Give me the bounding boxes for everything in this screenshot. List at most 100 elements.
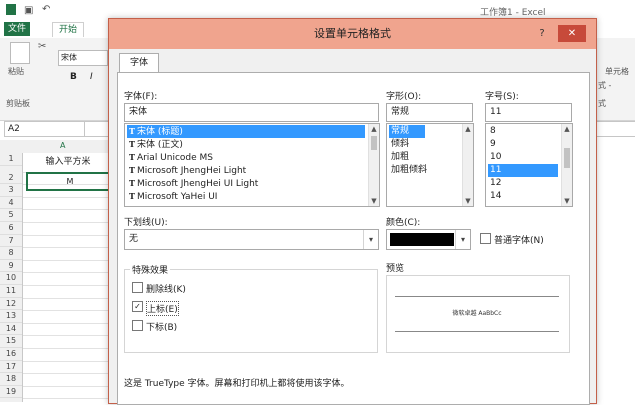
font-size-option[interactable]: 8 — [488, 125, 496, 138]
strikethrough-label: 删除线(K) — [146, 285, 186, 295]
scroll-down-icon[interactable]: ▼ — [369, 196, 379, 206]
font-style-option[interactable]: 倾斜 — [389, 138, 409, 151]
scroll-up-icon[interactable]: ▲ — [562, 124, 572, 134]
font-size-option[interactable]: 12 — [488, 177, 501, 190]
font-style-option[interactable]: 加粗倾斜 — [389, 164, 427, 177]
undo-icon[interactable]: ↶ — [42, 4, 50, 15]
italic-button[interactable]: I — [90, 72, 93, 82]
font-list[interactable]: T 宋体 (标题) T 宋体 (正文) T Arial Unicode MS T Mic… — [124, 123, 380, 207]
scroll-thumb[interactable] — [564, 148, 570, 168]
tab-font[interactable]: 字体 — [119, 53, 159, 73]
font-option[interactable]: T 宋体 (标题) — [127, 125, 365, 138]
clipboard-group-label: 剪贴板 — [6, 99, 30, 108]
underline-value: 无 — [129, 234, 139, 244]
font-size-option[interactable]: 9 — [488, 138, 496, 151]
font-size-option[interactable]: 14 — [488, 190, 501, 203]
font-style-scrollbar[interactable]: ▲ ▼ — [462, 124, 473, 206]
font-option[interactable]: T Microsoft JhengHei Light — [127, 164, 246, 177]
scroll-thumb[interactable] — [371, 136, 377, 150]
grid-line — [23, 247, 113, 249]
help-button[interactable]: ? — [535, 27, 549, 41]
grid-line — [23, 348, 113, 349]
font-size-scrollbar[interactable]: ▲ ▼ — [561, 124, 572, 206]
truetype-note: 这是 TrueType 字体。屏幕和打印机上都将使用该字体。 — [124, 379, 350, 389]
column-header-a[interactable]: A — [60, 141, 65, 150]
row-header[interactable]: 15 — [0, 335, 22, 348]
normal-font-checkbox[interactable] — [480, 233, 491, 244]
font-style-list[interactable]: 常规 倾斜 加粗 加粗倾斜 ▲ ▼ — [386, 123, 474, 207]
row-header[interactable]: 8 — [0, 247, 22, 260]
font-style-option[interactable]: 常规 — [389, 125, 425, 138]
scroll-down-icon[interactable]: ▼ — [463, 196, 473, 206]
grid-line — [23, 322, 113, 324]
grid-line — [23, 385, 113, 387]
tab-home[interactable]: 开始 — [52, 22, 85, 37]
save-icon[interactable]: ▣ — [24, 5, 33, 16]
cell-a2[interactable]: M — [26, 172, 114, 191]
row-header[interactable]: 18 — [0, 373, 22, 386]
window-title: 工作簿1 - Excel — [480, 8, 546, 18]
underline-label: 下划线(U): — [124, 218, 168, 228]
grid-line — [23, 398, 113, 400]
cut-icon[interactable]: ✂ — [38, 41, 46, 52]
row-header[interactable]: 19 — [0, 386, 22, 399]
ribbon-right-fragment-3: 式 — [598, 99, 606, 108]
tab-file[interactable]: 文件 — [4, 22, 30, 36]
row-header[interactable]: 12 — [0, 298, 22, 311]
font-option[interactable]: T Microsoft YaHei UI — [127, 190, 217, 203]
name-box[interactable]: A2 — [4, 121, 85, 137]
row-header[interactable]: 2 — [0, 172, 22, 185]
row-header[interactable]: 10 — [0, 272, 22, 285]
font-style-option[interactable]: 加粗 — [389, 151, 409, 164]
font-size-input[interactable]: 11 — [485, 103, 572, 122]
row-header[interactable]: 9 — [0, 260, 22, 273]
cell-a1[interactable]: 输入平方米 — [23, 153, 113, 171]
row-header[interactable]: 13 — [0, 310, 22, 323]
color-select[interactable]: ▾ — [386, 229, 471, 250]
paste-label[interactable]: 粘贴 — [8, 66, 24, 77]
bold-button[interactable]: B — [70, 72, 77, 82]
superscript-label: 上标(E) — [146, 301, 179, 316]
format-cells-dialog: 设置单元格格式 ? ✕ 字体 字体(F): 宋体 T 宋体 (标题) T 宋体 (正… — [108, 18, 597, 405]
excel-title-bar: ▣ ↶ 工作簿1 - Excel — [0, 0, 635, 20]
close-button[interactable]: ✕ — [558, 25, 586, 42]
color-label: 颜色(C): — [386, 218, 421, 228]
font-option[interactable]: T Arial Unicode MS — [127, 151, 213, 164]
chevron-down-icon[interactable]: ▾ — [363, 230, 378, 249]
row-header[interactable]: 3 — [0, 184, 22, 197]
row-header[interactable]: 6 — [0, 222, 22, 235]
scroll-up-icon[interactable]: ▲ — [369, 124, 379, 134]
color-swatch — [390, 233, 454, 246]
subscript-checkbox[interactable] — [132, 320, 143, 331]
chevron-down-icon[interactable]: ▾ — [455, 230, 470, 249]
scroll-up-icon[interactable]: ▲ — [463, 124, 473, 134]
superscript-checkbox[interactable]: ✓ — [132, 301, 143, 312]
strikethrough-checkbox[interactable] — [132, 282, 143, 293]
truetype-icon: T — [129, 126, 135, 136]
font-option[interactable]: T Microsoft JhengHei UI Light — [127, 177, 258, 190]
underline-select[interactable]: 无 ▾ — [124, 229, 379, 250]
truetype-icon: T — [129, 178, 135, 188]
preview-box: 微软卓越 AaBbCc — [386, 275, 570, 353]
font-tab-panel: 字体(F): 宋体 T 宋体 (标题) T 宋体 (正文) T Arial Unico… — [117, 72, 590, 405]
font-size-option[interactable]: 10 — [488, 151, 501, 164]
font-input[interactable]: 宋体 — [124, 103, 379, 122]
paste-icon[interactable] — [10, 42, 30, 64]
font-style-input[interactable]: 常规 — [386, 103, 473, 122]
font-size-list[interactable]: 8 9 10 11 12 14 ▲ ▼ — [485, 123, 573, 207]
scroll-down-icon[interactable]: ▼ — [562, 196, 572, 206]
row-header[interactable]: 11 — [0, 285, 22, 298]
font-option[interactable]: T 宋体 (正文) — [127, 138, 183, 151]
grid-line — [23, 373, 113, 375]
row-header[interactable]: 5 — [0, 209, 22, 222]
row-header[interactable]: 16 — [0, 348, 22, 361]
row-header[interactable]: 17 — [0, 361, 22, 374]
ribbon-font-box[interactable]: 宋体 — [58, 50, 108, 66]
font-list-scrollbar[interactable]: ▲ ▼ — [368, 124, 379, 206]
row-header[interactable]: 4 — [0, 197, 22, 210]
row-header[interactable]: 7 — [0, 235, 22, 248]
font-size-option[interactable]: 11 — [488, 164, 558, 177]
row-header[interactable]: 1 — [0, 153, 22, 166]
grid-line — [23, 209, 113, 211]
row-header[interactable]: 14 — [0, 323, 22, 336]
